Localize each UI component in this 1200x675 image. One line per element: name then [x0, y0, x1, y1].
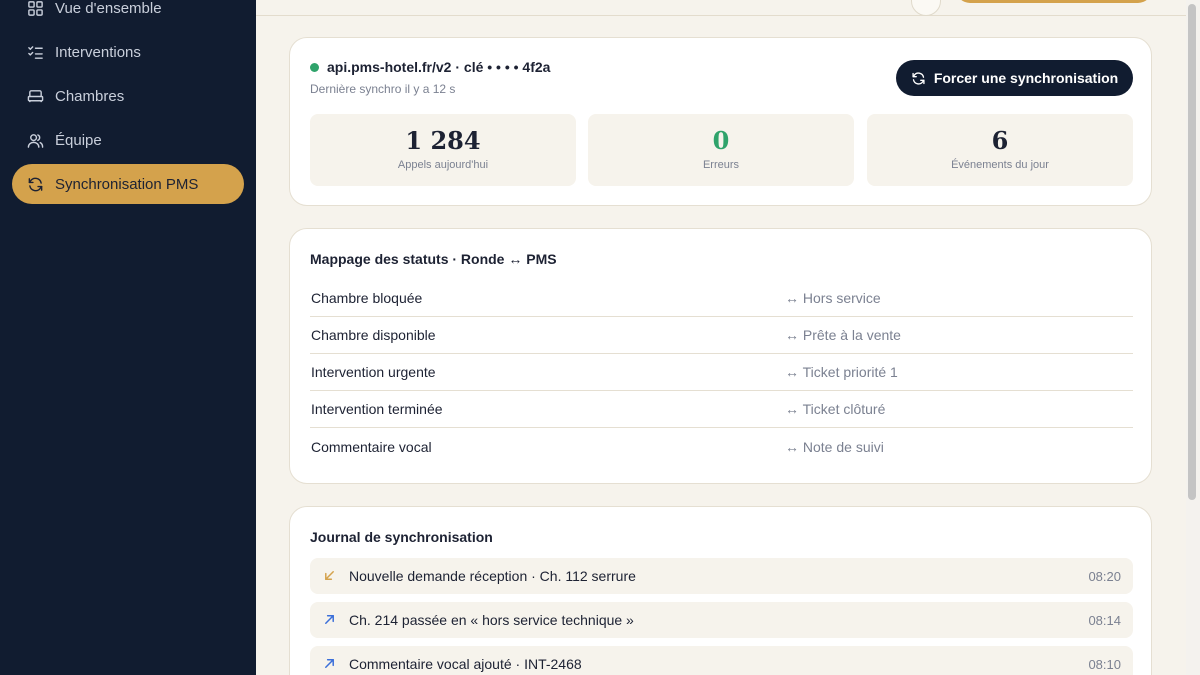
sidebar-item-label: Vue d'ensemble: [55, 0, 162, 17]
pms-status: ↔ Ticket clôturé: [785, 401, 886, 417]
arrow-down-left-icon: [323, 569, 336, 582]
topbar-primary-button[interactable]: [956, 0, 1152, 3]
force-sync-button[interactable]: Forcer une synchronisation: [896, 60, 1133, 96]
ronde-status: Intervention terminée: [311, 401, 443, 417]
arrow-up-right-icon: [323, 613, 336, 626]
bed-icon: [26, 87, 44, 105]
sidebar-item-team[interactable]: Équipe: [12, 120, 244, 160]
log-time: 08:10: [1088, 657, 1121, 672]
log-entry: Commentaire vocal ajouté · INT-2468 08:1…: [310, 646, 1133, 675]
refresh-icon: [911, 71, 926, 86]
stat-label: Appels aujourd'hui: [397, 159, 489, 171]
sidebar-item-pms-sync[interactable]: Synchronisation PMS: [12, 164, 244, 204]
stat-calls-today: 1 284 Appels aujourd'hui: [310, 114, 576, 186]
pms-status: ↔ Note de suivi: [785, 438, 884, 455]
log-text: Nouvelle demande réception · Ch. 112 ser…: [349, 568, 636, 584]
arrow-up-right-icon: [323, 657, 336, 670]
connection-card: api.pms-hotel.fr/v2 · clé • • • • 4f2a D…: [289, 37, 1152, 206]
ronde-status: Chambre bloquée: [311, 290, 423, 306]
refresh-icon: [26, 175, 44, 193]
log-time: 08:14: [1088, 613, 1121, 628]
log-entry: Nouvelle demande réception · Ch. 112 ser…: [310, 558, 1133, 594]
force-sync-label: Forcer une synchronisation: [933, 70, 1119, 86]
sidebar-item-label: Synchronisation PMS: [55, 175, 199, 193]
connection-status-dot: [310, 63, 319, 72]
status-mapping-card: Mappage des statuts · Ronde ↔ PMS Chambr…: [289, 228, 1152, 484]
checklist-icon: [26, 43, 44, 61]
pms-status: ↔ Prête à la vente: [785, 327, 901, 343]
stat-value: 6: [991, 126, 1009, 155]
mapping-row: Intervention urgente ↔ Ticket priorité 1: [310, 354, 1133, 391]
sidebar-item-rooms[interactable]: Chambres: [12, 76, 244, 116]
pms-status: ↔ Hors service: [785, 290, 881, 306]
sidebar-item-interventions[interactable]: Interventions: [12, 32, 244, 72]
mapping-row: Intervention terminée ↔ Ticket clôturé: [310, 391, 1133, 428]
ronde-status: Chambre disponible: [311, 327, 436, 343]
stat-value: 1 284: [405, 126, 481, 155]
sidebar-item-label: Équipe: [55, 131, 102, 149]
pms-status: ↔ Ticket priorité 1: [785, 364, 898, 380]
ronde-status: Commentaire vocal: [311, 438, 432, 455]
stat-label: Événements du jour: [951, 159, 1049, 171]
mapping-row: Chambre disponible ↔ Prête à la vente: [310, 317, 1133, 354]
sidebar-item-label: Interventions: [55, 43, 141, 61]
sidebar-item-overview[interactable]: Vue d'ensemble: [12, 0, 244, 28]
log-text: Commentaire vocal ajouté · INT-2468: [349, 656, 582, 672]
log-text: Ch. 214 passée en « hors service techniq…: [349, 612, 634, 628]
stat-errors: 0 Erreurs: [588, 114, 854, 186]
sidebar: Vue d'ensemble Interventions Chambres Éq…: [0, 0, 256, 675]
stat-label: Erreurs: [702, 159, 740, 171]
mapping-title: Mappage des statuts · Ronde ↔ PMS: [310, 251, 557, 267]
grid-icon: [26, 0, 44, 17]
last-sync-time: Dernière synchro il y a 12 s: [310, 82, 456, 96]
scrollbar-thumb[interactable]: [1188, 4, 1196, 500]
topbar: [256, 0, 1186, 16]
topbar-icon-button[interactable]: [911, 0, 941, 16]
mapping-row: Chambre bloquée ↔ Hors service: [310, 280, 1133, 317]
log-entry: Ch. 214 passée en « hors service techniq…: [310, 602, 1133, 638]
sidebar-item-label: Chambres: [55, 87, 125, 105]
api-endpoint: api.pms-hotel.fr/v2 · clé • • • • 4f2a: [327, 59, 551, 75]
stat-value: 0: [712, 126, 730, 155]
mapping-row: Commentaire vocal ↔ Note de suivi: [310, 428, 1133, 465]
ronde-status: Intervention urgente: [311, 364, 436, 380]
stat-events-today: 6 Événements du jour: [867, 114, 1133, 186]
log-time: 08:20: [1088, 569, 1121, 584]
log-title: Journal de synchronisation: [310, 529, 493, 545]
users-icon: [26, 131, 44, 149]
sync-log-card: Journal de synchronisation Nouvelle dema…: [289, 506, 1152, 675]
